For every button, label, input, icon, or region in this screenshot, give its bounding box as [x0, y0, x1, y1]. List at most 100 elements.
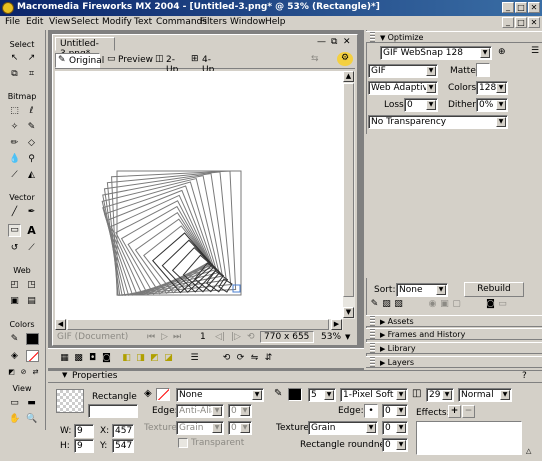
tab-preview[interactable]: ▭ Preview [105, 53, 153, 68]
menu-view[interactable]: View [49, 17, 70, 27]
stroke-color-swatch[interactable] [26, 333, 39, 345]
full-screen-icon[interactable]: ▬ [25, 397, 38, 410]
effects-list[interactable] [416, 421, 522, 455]
properties-help-icon[interactable]: ? [522, 371, 527, 381]
optimize-settings-select[interactable]: GIF WebSnap 128 ▼ [380, 46, 492, 60]
assets-panel-header[interactable]: ▶ Assets [366, 315, 542, 327]
add-effect-button[interactable]: + [448, 405, 461, 418]
tab-4up[interactable]: ⊞ 4-Up [189, 53, 223, 75]
doc-tab-minimize-icon[interactable]: — [317, 37, 326, 47]
frames-history-panel-header[interactable]: ▶ Frames and History [366, 328, 542, 340]
palette-select[interactable]: Web Adaptive ▼ [368, 81, 438, 95]
doc-tab-restore-icon[interactable]: ⧉ [331, 37, 337, 47]
transparency-select[interactable]: No Transparency ▼ [368, 115, 508, 129]
crop-tool-icon[interactable]: ⌗ [25, 68, 38, 81]
bring-front-icon[interactable]: ◧ [120, 352, 133, 365]
fill-type-select[interactable]: None ▼ [176, 388, 264, 402]
dither-field[interactable]: 0% ▼ [476, 98, 508, 112]
new-color-icon[interactable]: ▢ [450, 298, 463, 311]
last-frame-icon[interactable]: ⏭ [173, 332, 181, 342]
menu-file[interactable]: File [5, 17, 20, 27]
texture-amount-field[interactable]: 0 ▼ [228, 421, 252, 435]
fill-color-swatch[interactable] [26, 350, 39, 362]
stroke-texture-select[interactable]: Grain ▼ [308, 421, 378, 435]
loop-icon[interactable]: ⟲ [247, 332, 255, 342]
bring-forward-icon[interactable]: ◨ [134, 352, 147, 365]
rotate-cw-icon[interactable]: ⟳ [234, 352, 247, 365]
brush-tool-icon[interactable]: ✎ [25, 121, 38, 134]
horizontal-scroll-thumb[interactable] [67, 319, 329, 330]
x-field[interactable]: 457 [112, 424, 134, 438]
opacity-field[interactable]: 29 ▼ [426, 388, 454, 402]
zoom-tool-icon[interactable]: 🔍 [25, 413, 38, 426]
h-field[interactable]: 9 [74, 439, 94, 453]
edge-amount-field[interactable]: 0 ▼ [228, 404, 252, 418]
first-frame-icon[interactable]: ⏮ [147, 332, 155, 342]
menu-select[interactable]: Select [71, 17, 99, 27]
properties-header[interactable]: ▼ Properties ? [48, 371, 542, 383]
loss-field[interactable]: 0 ▼ [404, 98, 438, 112]
canvas-size-readout[interactable]: 770 x 655 [260, 331, 314, 343]
scroll-left-button[interactable]: ◀ [55, 319, 66, 330]
split-icon[interactable]: ◙ [100, 352, 113, 365]
quick-export-icon[interactable]: ⇆ [311, 54, 319, 64]
horizontal-scrollbar[interactable]: ◀ ▶ [55, 319, 343, 330]
artwork-rectangle[interactable] [101, 177, 220, 296]
layers-panel-header[interactable]: ▶ Layers [366, 356, 542, 368]
selected-rectangle-handle[interactable] [232, 284, 241, 293]
magic-wand-icon[interactable]: ✧ [8, 121, 21, 134]
tab-original[interactable]: ✎ Original [55, 53, 104, 68]
flip-vertical-icon[interactable]: ⇵ [262, 352, 275, 365]
doc-close-button[interactable]: ✕ [528, 17, 540, 28]
scale-tool-icon[interactable]: ⧉ [8, 68, 21, 81]
subselect-tool-icon[interactable]: ↗ [25, 52, 38, 65]
join-icon[interactable]: ◘ [86, 352, 99, 365]
send-backward-icon[interactable]: ◩ [148, 352, 161, 365]
canvas-artwork[interactable] [55, 71, 343, 319]
hide-slices-icon[interactable]: ▣ [8, 295, 21, 308]
pen-tool-icon[interactable]: ✒ [25, 206, 38, 219]
pointer-tool-icon[interactable]: ↖ [8, 52, 21, 65]
flip-horizontal-icon[interactable]: ⇋ [248, 352, 261, 365]
transparent-checkbox[interactable] [178, 438, 188, 448]
next-frame-icon[interactable]: |▷ [231, 332, 241, 342]
stroke-edge-field[interactable]: 0 ▼ [382, 404, 408, 418]
zoom-level[interactable]: 53% [321, 332, 341, 342]
marquee-tool-icon[interactable]: ⬚ [8, 105, 21, 118]
matte-swatch[interactable] [476, 63, 490, 77]
launch-editor-icon[interactable]: ⚙ [337, 52, 353, 66]
stroke-size-field[interactable]: 5 ▼ [308, 388, 336, 402]
blur-tool-icon[interactable]: 💧 [8, 153, 21, 166]
edge-select[interactable]: Anti-Alias ▼ [176, 404, 224, 418]
vertical-scroll-thumb[interactable] [343, 83, 354, 297]
align-icon[interactable]: ☰ [188, 352, 201, 365]
group-icon[interactable]: ▦ [58, 352, 71, 365]
eraser-tool-icon[interactable]: ◇ [25, 137, 38, 150]
doc-tab[interactable]: Untitled-3.png* [55, 37, 115, 59]
send-back-icon[interactable]: ◪ [162, 352, 175, 365]
doc-tab-close-icon[interactable]: ✕ [343, 37, 351, 47]
scroll-down-button[interactable]: ▼ [343, 307, 354, 318]
knife-tool-icon[interactable]: ⟋ [25, 242, 38, 255]
line-tool-icon[interactable]: ╱ [8, 206, 21, 219]
tab-2up[interactable]: ◫ 2-Up [153, 53, 187, 75]
fill-swatch[interactable] [156, 388, 170, 401]
stroke-edge-icon[interactable]: • [364, 404, 378, 418]
standard-screen-icon[interactable]: ▭ [8, 397, 21, 410]
colors-select[interactable]: 128 ▼ [476, 81, 508, 95]
texture-select[interactable]: Grain ▼ [176, 421, 224, 435]
freeform-tool-icon[interactable]: ↺ [8, 242, 21, 255]
menu-help[interactable]: Help [265, 17, 286, 27]
menu-filters[interactable]: Filters [200, 17, 227, 27]
sort-select[interactable]: None ▼ [396, 283, 448, 297]
remove-effect-button[interactable]: − [462, 405, 475, 418]
optimize-panel-header[interactable]: ▼ Optimize [366, 31, 542, 43]
replace-color-icon[interactable]: ⟋ [8, 169, 21, 182]
stroke-swatch[interactable] [288, 388, 302, 401]
delete-color-icon[interactable]: ▭ [496, 298, 509, 311]
rectangle-tool-icon[interactable]: ▭ [8, 224, 21, 237]
stroke-texture-amount-field[interactable]: 0 ▼ [382, 421, 408, 435]
minimize-button[interactable]: _ [502, 2, 514, 13]
swap-colors-icon[interactable]: ⇄ [29, 366, 42, 379]
menu-text[interactable]: Text [134, 17, 152, 27]
